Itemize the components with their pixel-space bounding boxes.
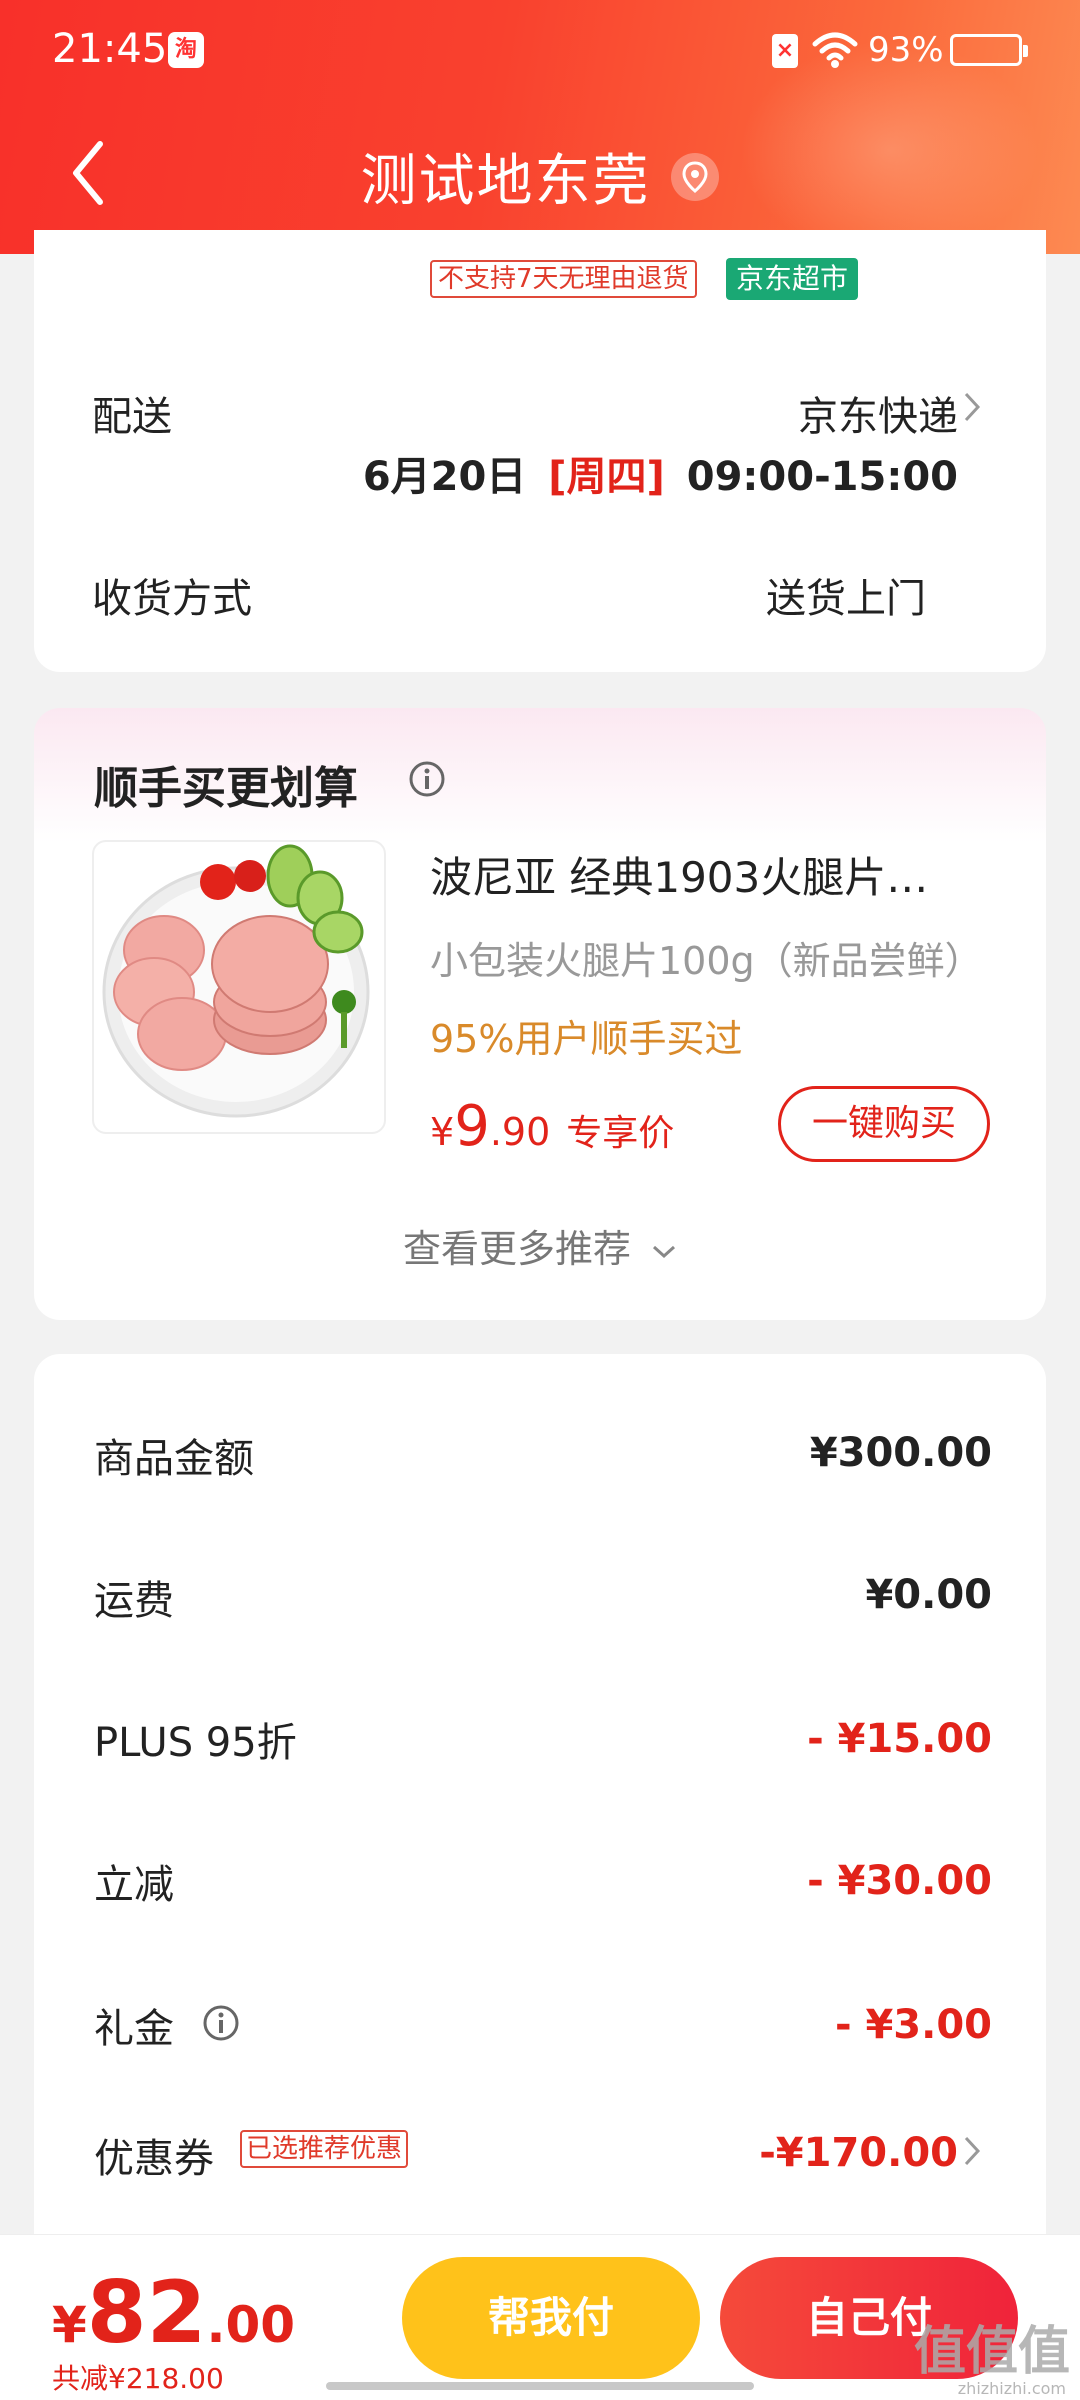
jd-supermarket-badge: 京东超市 — [726, 258, 859, 300]
product-subtitle: 小包装火腿片100g（新品尝鲜） — [430, 939, 983, 983]
home-indicator[interactable] — [326, 2382, 754, 2390]
more-recommend-label: 查看更多推荐 — [402, 1227, 631, 1271]
watermark-url: zhizhizhi.com — [957, 2379, 1066, 2398]
coupon-recommend-tag: 已选推荐优惠 — [240, 2130, 409, 2168]
help-me-pay-button[interactable]: 帮我付 — [402, 2257, 700, 2379]
total-price: ¥82.00 — [52, 2263, 295, 2363]
chevron-right-icon[interactable] — [962, 390, 982, 424]
delivery-label: 配送 — [92, 394, 172, 440]
chevron-right-icon[interactable] — [962, 2134, 982, 2168]
goods-amount-value: ¥300.00 — [809, 1430, 992, 1476]
taobao-notification-icon: 淘 — [168, 32, 204, 68]
product-stat: 95%用户顺手买过 — [430, 1017, 743, 1061]
instant-discount-value: - ¥30.00 — [807, 1858, 992, 1904]
price-integer: 9 — [454, 1094, 490, 1159]
more-recommend-link[interactable]: 查看更多推荐 — [34, 1218, 1046, 1273]
price-currency: ¥ — [430, 1110, 455, 1154]
shipping-fee-value: ¥0.00 — [865, 1572, 992, 1618]
sim-missing-icon: × — [772, 34, 798, 68]
chevron-down-icon — [653, 1245, 676, 1258]
total-saved[interactable]: 共减¥218.00 — [52, 2357, 224, 2397]
product-name[interactable]: 波尼亚 经典1903火腿片… — [430, 844, 990, 905]
coupon-value[interactable]: -¥170.00 — [759, 2130, 958, 2176]
gift-money-value: - ¥3.00 — [834, 2002, 992, 2048]
delivery-time[interactable]: 6月20日 [周四] 09:00-15:00 — [363, 444, 958, 502]
battery-icon — [950, 34, 1028, 66]
product-price: ¥9.90 专享价 — [430, 1094, 674, 1159]
instant-discount-label: 立减 — [94, 1862, 174, 1908]
product-image[interactable] — [92, 840, 386, 1134]
location-pin-icon[interactable] — [670, 152, 720, 202]
price-decimal: .90 — [489, 1110, 551, 1154]
recommend-card: 顺手买更划算 波尼亚 经典1903火腿片… 小包装火腿片100g（新品尝鲜） 9… — [34, 708, 1046, 1320]
total-integer: 82 — [86, 2263, 207, 2363]
info-icon[interactable] — [408, 760, 446, 798]
watermark-logo: 值值值 — [913, 2322, 1070, 2382]
price-tag: 专享价 — [566, 1113, 675, 1154]
status-bar: 21:45 淘 × 93% — [0, 0, 1080, 100]
status-time: 21:45 — [52, 26, 168, 72]
info-icon[interactable] — [202, 2004, 240, 2042]
delivery-date: 6月20日 — [362, 454, 527, 500]
delivery-time-window: 09:00-15:00 — [686, 454, 958, 500]
gift-money-label: 礼金 — [94, 2006, 174, 2052]
total-currency: ¥ — [52, 2296, 87, 2354]
ham-plate-image — [102, 844, 370, 1118]
delivery-carrier[interactable]: 京东快递 — [798, 384, 958, 442]
shipping-fee-label: 运费 — [94, 1578, 174, 1624]
receive-method-value[interactable]: 送货上门 — [766, 566, 926, 624]
header: 21:45 淘 × 93% 测试地东莞 — [0, 0, 1080, 254]
one-click-buy-button[interactable]: 一键购买 — [778, 1086, 990, 1162]
receive-method-label: 收货方式 — [92, 576, 252, 622]
title-bar: 测试地东莞 — [0, 136, 1080, 217]
plus-discount-label: PLUS 95折 — [94, 1720, 297, 1766]
recommend-title: 顺手买更划算 — [94, 763, 358, 814]
goods-amount-label: 商品金额 — [94, 1436, 254, 1482]
plus-discount-value: - ¥15.00 — [807, 1716, 992, 1762]
no-return-badge: 不支持7天无理由退货 — [430, 260, 697, 298]
delivery-card: 不支持7天无理由退货 京东超市 配送 京东快递 6月20日 [周四] 09:00… — [34, 230, 1046, 672]
delivery-weekday: [周四] — [548, 454, 665, 500]
wifi-icon — [812, 32, 858, 68]
coupon-label: 优惠券 — [94, 2136, 214, 2182]
bottom-bar: ¥82.00 共减¥218.00 帮我付 自己付 值值值 zhizhizhi.c… — [0, 2234, 1080, 2400]
page-title[interactable]: 测试地东莞 — [360, 149, 650, 214]
total-decimal: .00 — [206, 2296, 296, 2354]
battery-percent: 93% — [868, 30, 944, 70]
